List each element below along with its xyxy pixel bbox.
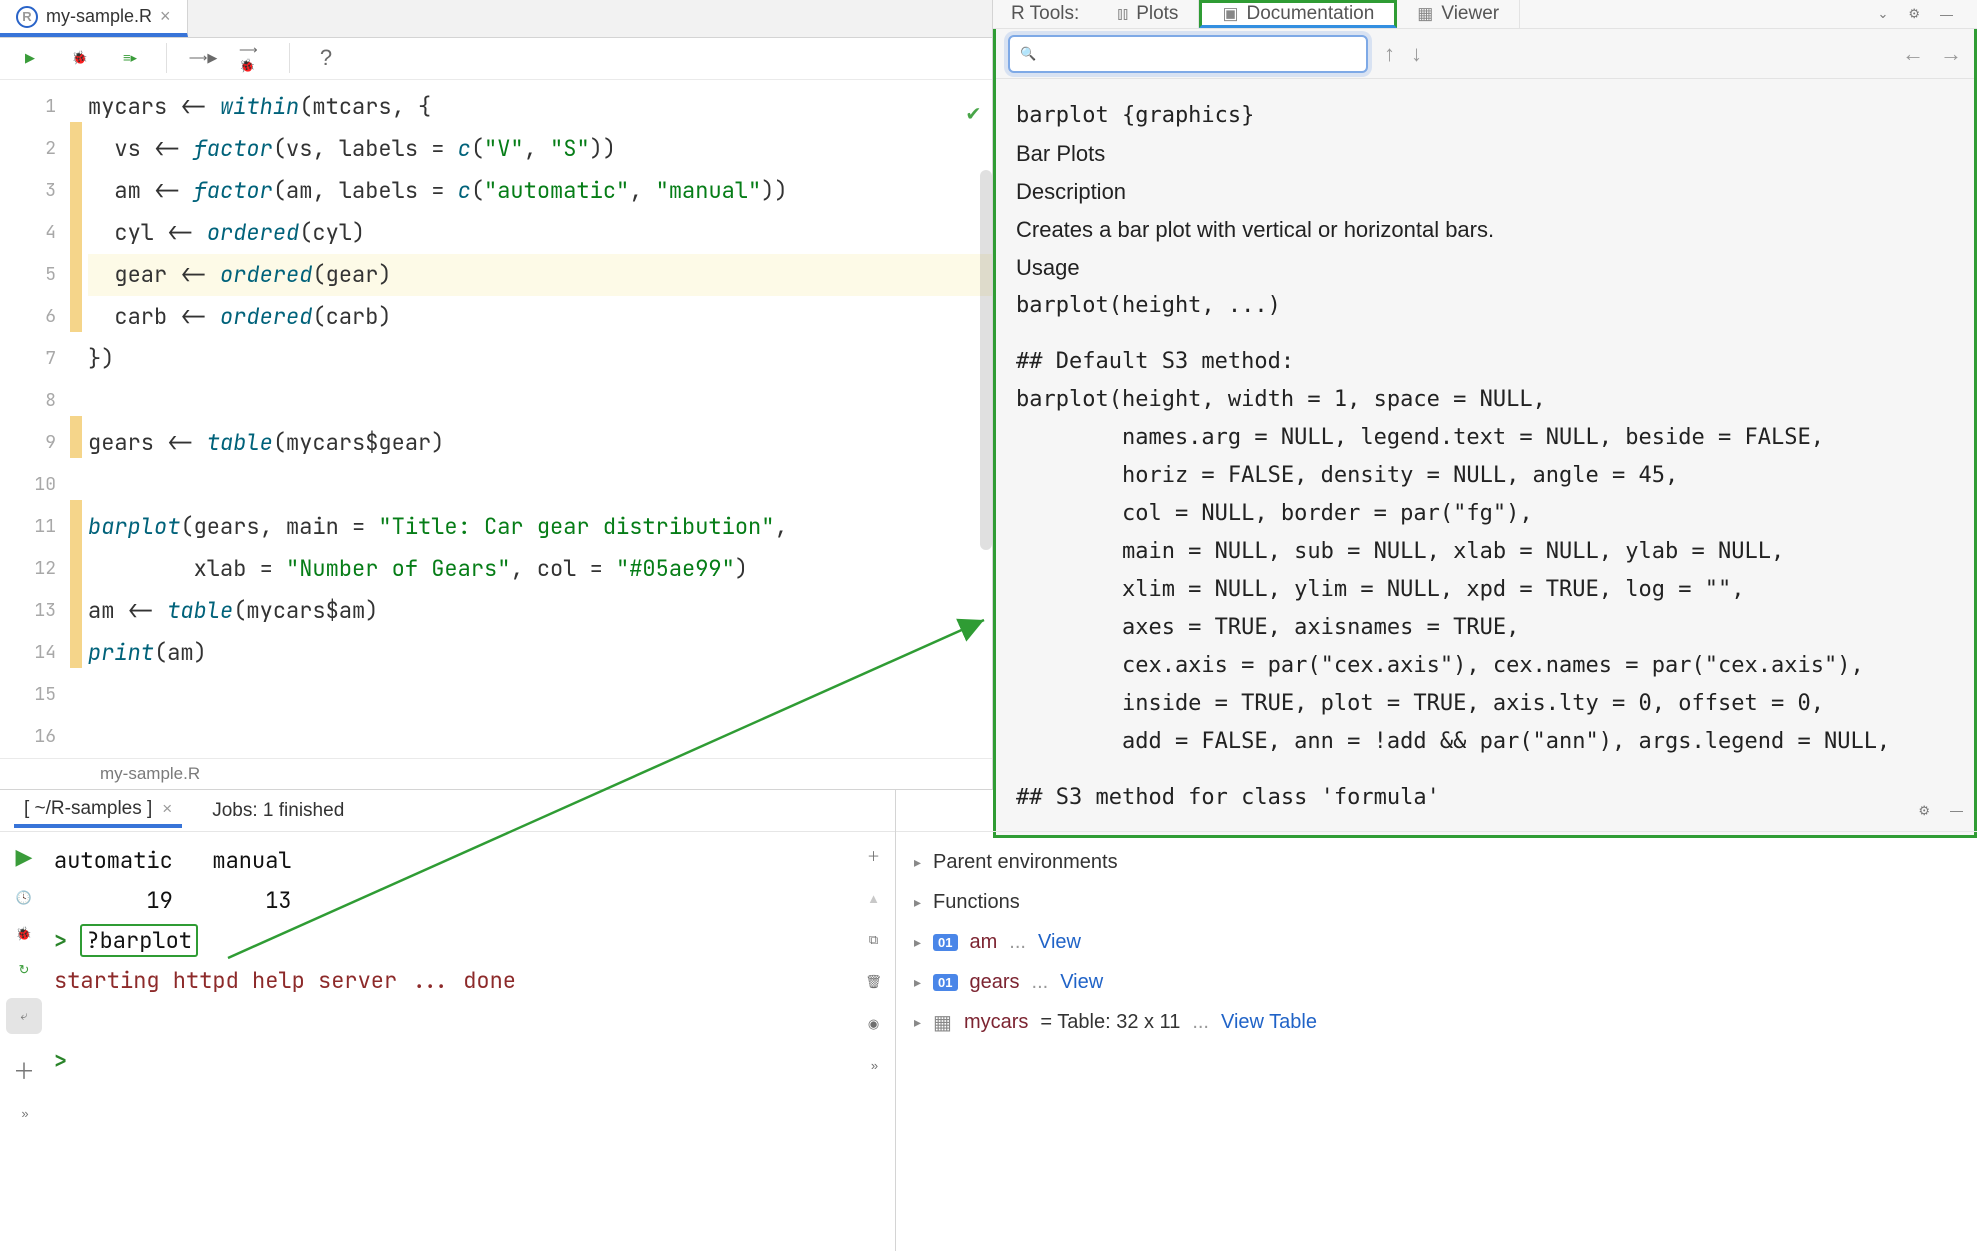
- scroll-up-icon[interactable]: ▲: [867, 891, 880, 906]
- env-var-mycars[interactable]: ▸ ▦ mycars = Table: 32 x 11 ... View Tab…: [914, 1002, 1959, 1042]
- plots-icon: ⫾⫾: [1117, 4, 1128, 24]
- tools-tabbar: R Tools: ⫾⫾ Plots ▣ Documentation ▦ View…: [993, 0, 1977, 29]
- doc-usage-sig: barplot(height, ...): [1016, 287, 1954, 325]
- viewer-icon: ▦: [1417, 4, 1433, 24]
- nav-up-icon[interactable]: ↑: [1384, 41, 1395, 67]
- view-link[interactable]: View: [1060, 971, 1103, 994]
- modify-strip: [70, 80, 82, 758]
- debug-icon[interactable]: 🐞: [66, 50, 94, 66]
- analysis-ok-icon[interactable]: ✔: [967, 92, 980, 134]
- tools-label: R Tools:: [993, 0, 1097, 28]
- gear-icon[interactable]: ⚙: [1908, 6, 1920, 22]
- history-icon[interactable]: 🕓: [16, 890, 32, 906]
- doc-heading-code: barplot {graphics}: [1016, 97, 1954, 135]
- editor-area[interactable]: 12345678 910111213141516 ✔ mycars <- wit…: [0, 80, 992, 758]
- type-badge: 01: [933, 974, 957, 991]
- console-right-strip: ＋ ▲ ⧉ 🗑 ◉ »: [851, 832, 895, 1251]
- step-debug-icon[interactable]: ⟶🐞: [239, 42, 267, 74]
- expand-icon[interactable]: ▸: [914, 934, 921, 951]
- trash-icon[interactable]: 🗑: [865, 974, 882, 990]
- doc-search-input[interactable]: [1044, 44, 1356, 64]
- view-table-link[interactable]: View Table: [1221, 1011, 1317, 1034]
- doc-icon: ▣: [1222, 4, 1238, 24]
- chevron-down-icon[interactable]: ⌄: [1877, 6, 1888, 22]
- doc-content[interactable]: barplot {graphics} Bar Plots Description…: [996, 79, 1974, 835]
- search-icon: 🔍: [1020, 46, 1036, 62]
- new-icon[interactable]: ＋: [867, 846, 880, 865]
- table-icon: ▦: [933, 1010, 952, 1035]
- code-body[interactable]: ✔ mycars <- within(mtcars, { vs <- facto…: [82, 80, 992, 758]
- gear-icon[interactable]: ⚙: [1918, 803, 1930, 819]
- console-output[interactable]: automatic manual 19 13 > ?barplot starti…: [48, 832, 851, 1251]
- tab-viewer[interactable]: ▦ Viewer: [1397, 0, 1520, 28]
- doc-desc-label: Description: [1016, 173, 1954, 211]
- tab-filename: my-sample.R: [46, 6, 152, 27]
- softwrap-icon[interactable]: ⤶: [6, 998, 42, 1034]
- doc-title: Bar Plots: [1016, 135, 1954, 173]
- copy-icon[interactable]: ⧉: [869, 932, 878, 948]
- console-tab-close-icon[interactable]: ×: [162, 799, 172, 819]
- console-tabbar: [ ~/R-samples ] × Jobs: 1 finished: [0, 790, 895, 832]
- breadcrumb[interactable]: my-sample.R: [0, 758, 992, 789]
- tab-close-icon[interactable]: ×: [160, 6, 171, 27]
- type-badge: 01: [933, 934, 957, 951]
- nav-back-icon[interactable]: ←: [1902, 41, 1924, 67]
- env-body[interactable]: ▸ Parent environments ▸ Functions ▸ 01 a…: [896, 832, 1977, 1251]
- view-link[interactable]: View: [1038, 931, 1081, 954]
- doc-desc-text: Creates a bar plot with vertical or hori…: [1016, 211, 1954, 249]
- env-parent-environments[interactable]: ▸ Parent environments: [914, 842, 1959, 882]
- editor-toolbar: ▶ 🐞 ≡▸ ⟶▶ ⟶🐞 ?: [0, 38, 992, 80]
- expand-icon[interactable]: ▸: [914, 894, 921, 911]
- jobs-status[interactable]: Jobs: 1 finished: [212, 800, 344, 822]
- console-run-icon[interactable]: ▶: [16, 844, 33, 870]
- separator: [166, 43, 167, 73]
- nav-fwd-icon[interactable]: →: [1940, 41, 1962, 67]
- step-run-icon[interactable]: ⟶▶: [189, 50, 217, 66]
- tab-documentation[interactable]: ▣ Documentation: [1199, 0, 1397, 28]
- console-gutter: ▶ 🕓 🐞 ↻ ⤶ ＋ »: [0, 832, 48, 1251]
- env-functions[interactable]: ▸ Functions: [914, 882, 1959, 922]
- run-icon[interactable]: ▶: [16, 50, 44, 66]
- nav-down-icon[interactable]: ↓: [1411, 41, 1422, 67]
- env-toolbar: ⚙ —: [896, 790, 1977, 832]
- minimize-icon[interactable]: —: [1940, 7, 1953, 22]
- attach-debug-icon[interactable]: 🐞: [16, 926, 32, 942]
- add-icon[interactable]: ＋: [13, 1054, 35, 1086]
- tab-plots[interactable]: ⫾⫾ Plots: [1097, 0, 1199, 28]
- more-icon[interactable]: »: [21, 1106, 26, 1121]
- tab-my-sample[interactable]: R my-sample.R ×: [0, 0, 188, 37]
- console-cmd-highlight: ?barplot: [80, 924, 198, 957]
- editor-tabbar: R my-sample.R ×: [0, 0, 992, 38]
- doc-usage-label: Usage: [1016, 249, 1954, 287]
- console-httpd-msg: starting httpd help server ... done: [54, 960, 845, 1000]
- help-icon[interactable]: ?: [312, 45, 340, 71]
- doc-search[interactable]: 🔍: [1008, 35, 1368, 73]
- separator: [289, 43, 290, 73]
- expand-icon[interactable]: ▸: [914, 1014, 921, 1031]
- restart-icon[interactable]: ↻: [19, 962, 30, 978]
- env-var-gears[interactable]: ▸ 01 gears ... View: [914, 962, 1959, 1002]
- doc-toolbar: 🔍 ↑ ↓ ← →: [996, 29, 1974, 79]
- env-var-am[interactable]: ▸ 01 am ... View: [914, 922, 1959, 962]
- expand-icon[interactable]: ▸: [914, 854, 921, 871]
- gutter: 12345678 910111213141516: [0, 80, 70, 758]
- expand-icon[interactable]: ▸: [914, 974, 921, 991]
- minimize-icon[interactable]: —: [1950, 803, 1963, 818]
- r-file-icon: R: [16, 6, 38, 28]
- console-tab[interactable]: [ ~/R-samples ] ×: [14, 794, 182, 828]
- run-selection-icon[interactable]: ≡▸: [116, 50, 144, 66]
- more-icon-2[interactable]: »: [871, 1058, 876, 1073]
- editor-scrollbar[interactable]: [980, 170, 992, 550]
- watch-icon[interactable]: ◉: [868, 1016, 879, 1032]
- documentation-panel: 🔍 ↑ ↓ ← → barplot {graphics} Bar Plots D…: [993, 29, 1977, 838]
- doc-s3-default: ## Default S3 method:: [1016, 343, 1954, 381]
